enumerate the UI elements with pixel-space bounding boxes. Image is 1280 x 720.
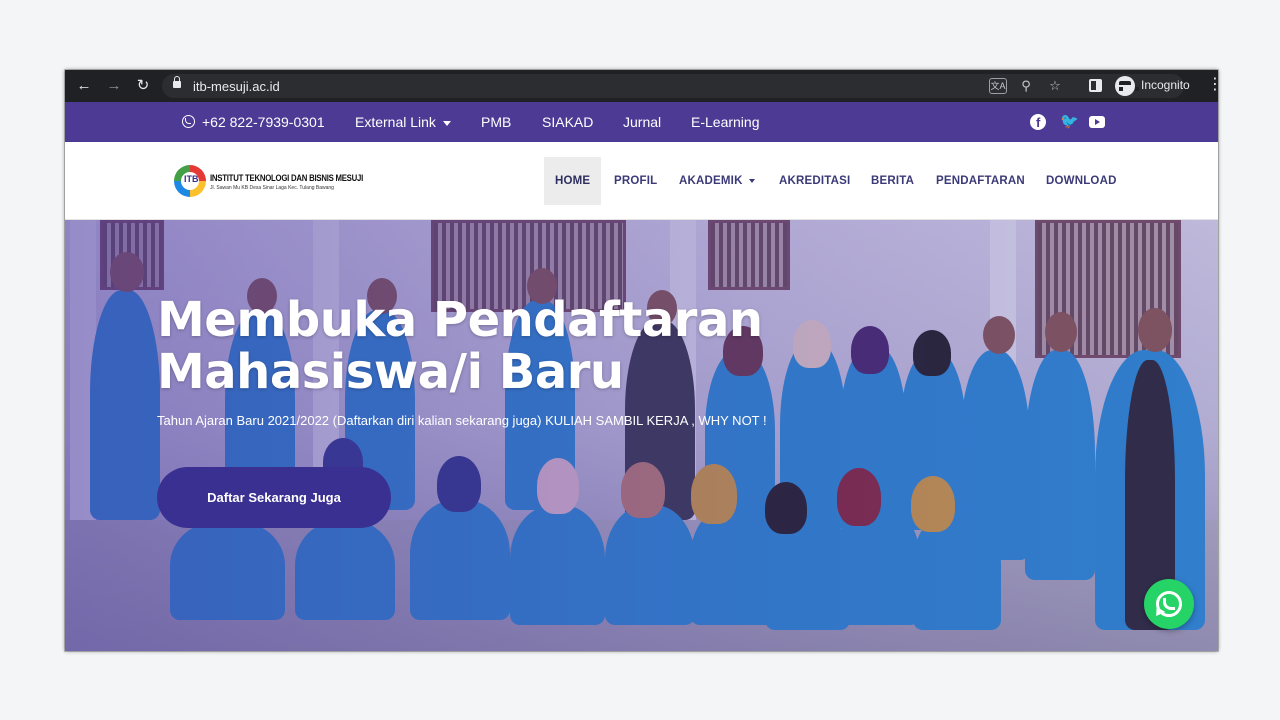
back-arrow-icon[interactable]: ← [73, 75, 95, 97]
forward-arrow-icon[interactable]: → [103, 75, 125, 97]
logo-subtitle: Jl. Sawan Mu KB Desa Sinar Laga Kec. Tul… [210, 185, 334, 191]
star-icon[interactable]: ☆ [1046, 77, 1064, 95]
hero-subtitle: Tahun Ajaran Baru 2021/2022 (Daftarkan d… [157, 413, 767, 428]
external-link-label: External Link [355, 114, 436, 130]
menu-akademik-label: AKADEMIK [679, 175, 743, 187]
logo-title[interactable]: INSTITUT TEKNOLOGI DAN BISNIS MESUJI [210, 173, 363, 184]
link-elearning[interactable]: E-Learning [691, 114, 760, 130]
link-siakad[interactable]: SIAKAD [542, 114, 593, 130]
incognito-icon[interactable] [1115, 76, 1139, 96]
register-now-button[interactable]: Daftar Sekarang Juga [157, 467, 391, 528]
menu-pendaftaran[interactable]: PENDAFTARAN [936, 157, 1025, 205]
browser-toolbar: ← → ↻ itb-mesuji.ac.id 文A ⚲ ☆ Incognito … [65, 70, 1218, 102]
kebab-menu-icon[interactable]: ⋮ [1207, 76, 1218, 94]
link-jurnal[interactable]: Jurnal [623, 114, 661, 130]
youtube-icon[interactable] [1089, 116, 1105, 128]
menu-akademik[interactable]: AKADEMIK [679, 157, 755, 205]
menu-berita[interactable]: BERITA [871, 157, 914, 205]
site-header: ITB INSTITUT TEKNOLOGI DAN BISNIS MESUJI… [65, 142, 1218, 220]
top-info-bar: +62 822-7939-0301 External Link PMB SIAK… [65, 102, 1218, 142]
url-text[interactable]: itb-mesuji.ac.id [193, 79, 280, 94]
chevron-down-icon [748, 178, 755, 183]
browser-window: ← → ↻ itb-mesuji.ac.id 文A ⚲ ☆ Incognito … [65, 70, 1218, 651]
link-pmb[interactable]: PMB [481, 114, 511, 130]
lock-icon[interactable] [173, 76, 181, 88]
address-bar[interactable]: itb-mesuji.ac.id 文A ⚲ ☆ [162, 74, 1184, 98]
logo-initials: ITB [184, 174, 199, 184]
translate-icon[interactable]: 文A [989, 78, 1007, 94]
menu-home[interactable]: HOME [544, 157, 602, 205]
incognito-label[interactable]: Incognito [1141, 78, 1190, 92]
menu-akreditasi[interactable]: AKREDITASI [779, 157, 850, 205]
hero-banner: Membuka Pendaftaran Mahasiswa/i Baru Tah… [65, 220, 1218, 651]
facebook-icon[interactable]: f [1030, 114, 1046, 130]
reload-icon[interactable]: ↻ [132, 75, 154, 97]
hero-title-line1: Membuka Pendaftaran [157, 292, 763, 348]
hero-title: Membuka Pendaftaran Mahasiswa/i Baru [157, 294, 857, 398]
whatsapp-icon[interactable] [1144, 579, 1194, 629]
twitter-icon[interactable]: 🐦 [1060, 114, 1079, 130]
chevron-down-icon [442, 120, 451, 126]
external-link-dropdown[interactable]: External Link [355, 114, 451, 130]
side-panel-icon[interactable] [1089, 79, 1102, 92]
menu-profil[interactable]: PROFIL [614, 157, 657, 205]
menu-download[interactable]: DOWNLOAD [1046, 157, 1117, 205]
phone-number[interactable]: +62 822-7939-0301 [202, 114, 325, 130]
zoom-icon[interactable]: ⚲ [1017, 77, 1035, 95]
whatsapp-small-icon [182, 115, 195, 128]
logo-icon[interactable]: ITB [174, 165, 206, 197]
hero-overlay [65, 220, 1218, 651]
hero-title-line2: Mahasiswa/i Baru [157, 344, 624, 400]
